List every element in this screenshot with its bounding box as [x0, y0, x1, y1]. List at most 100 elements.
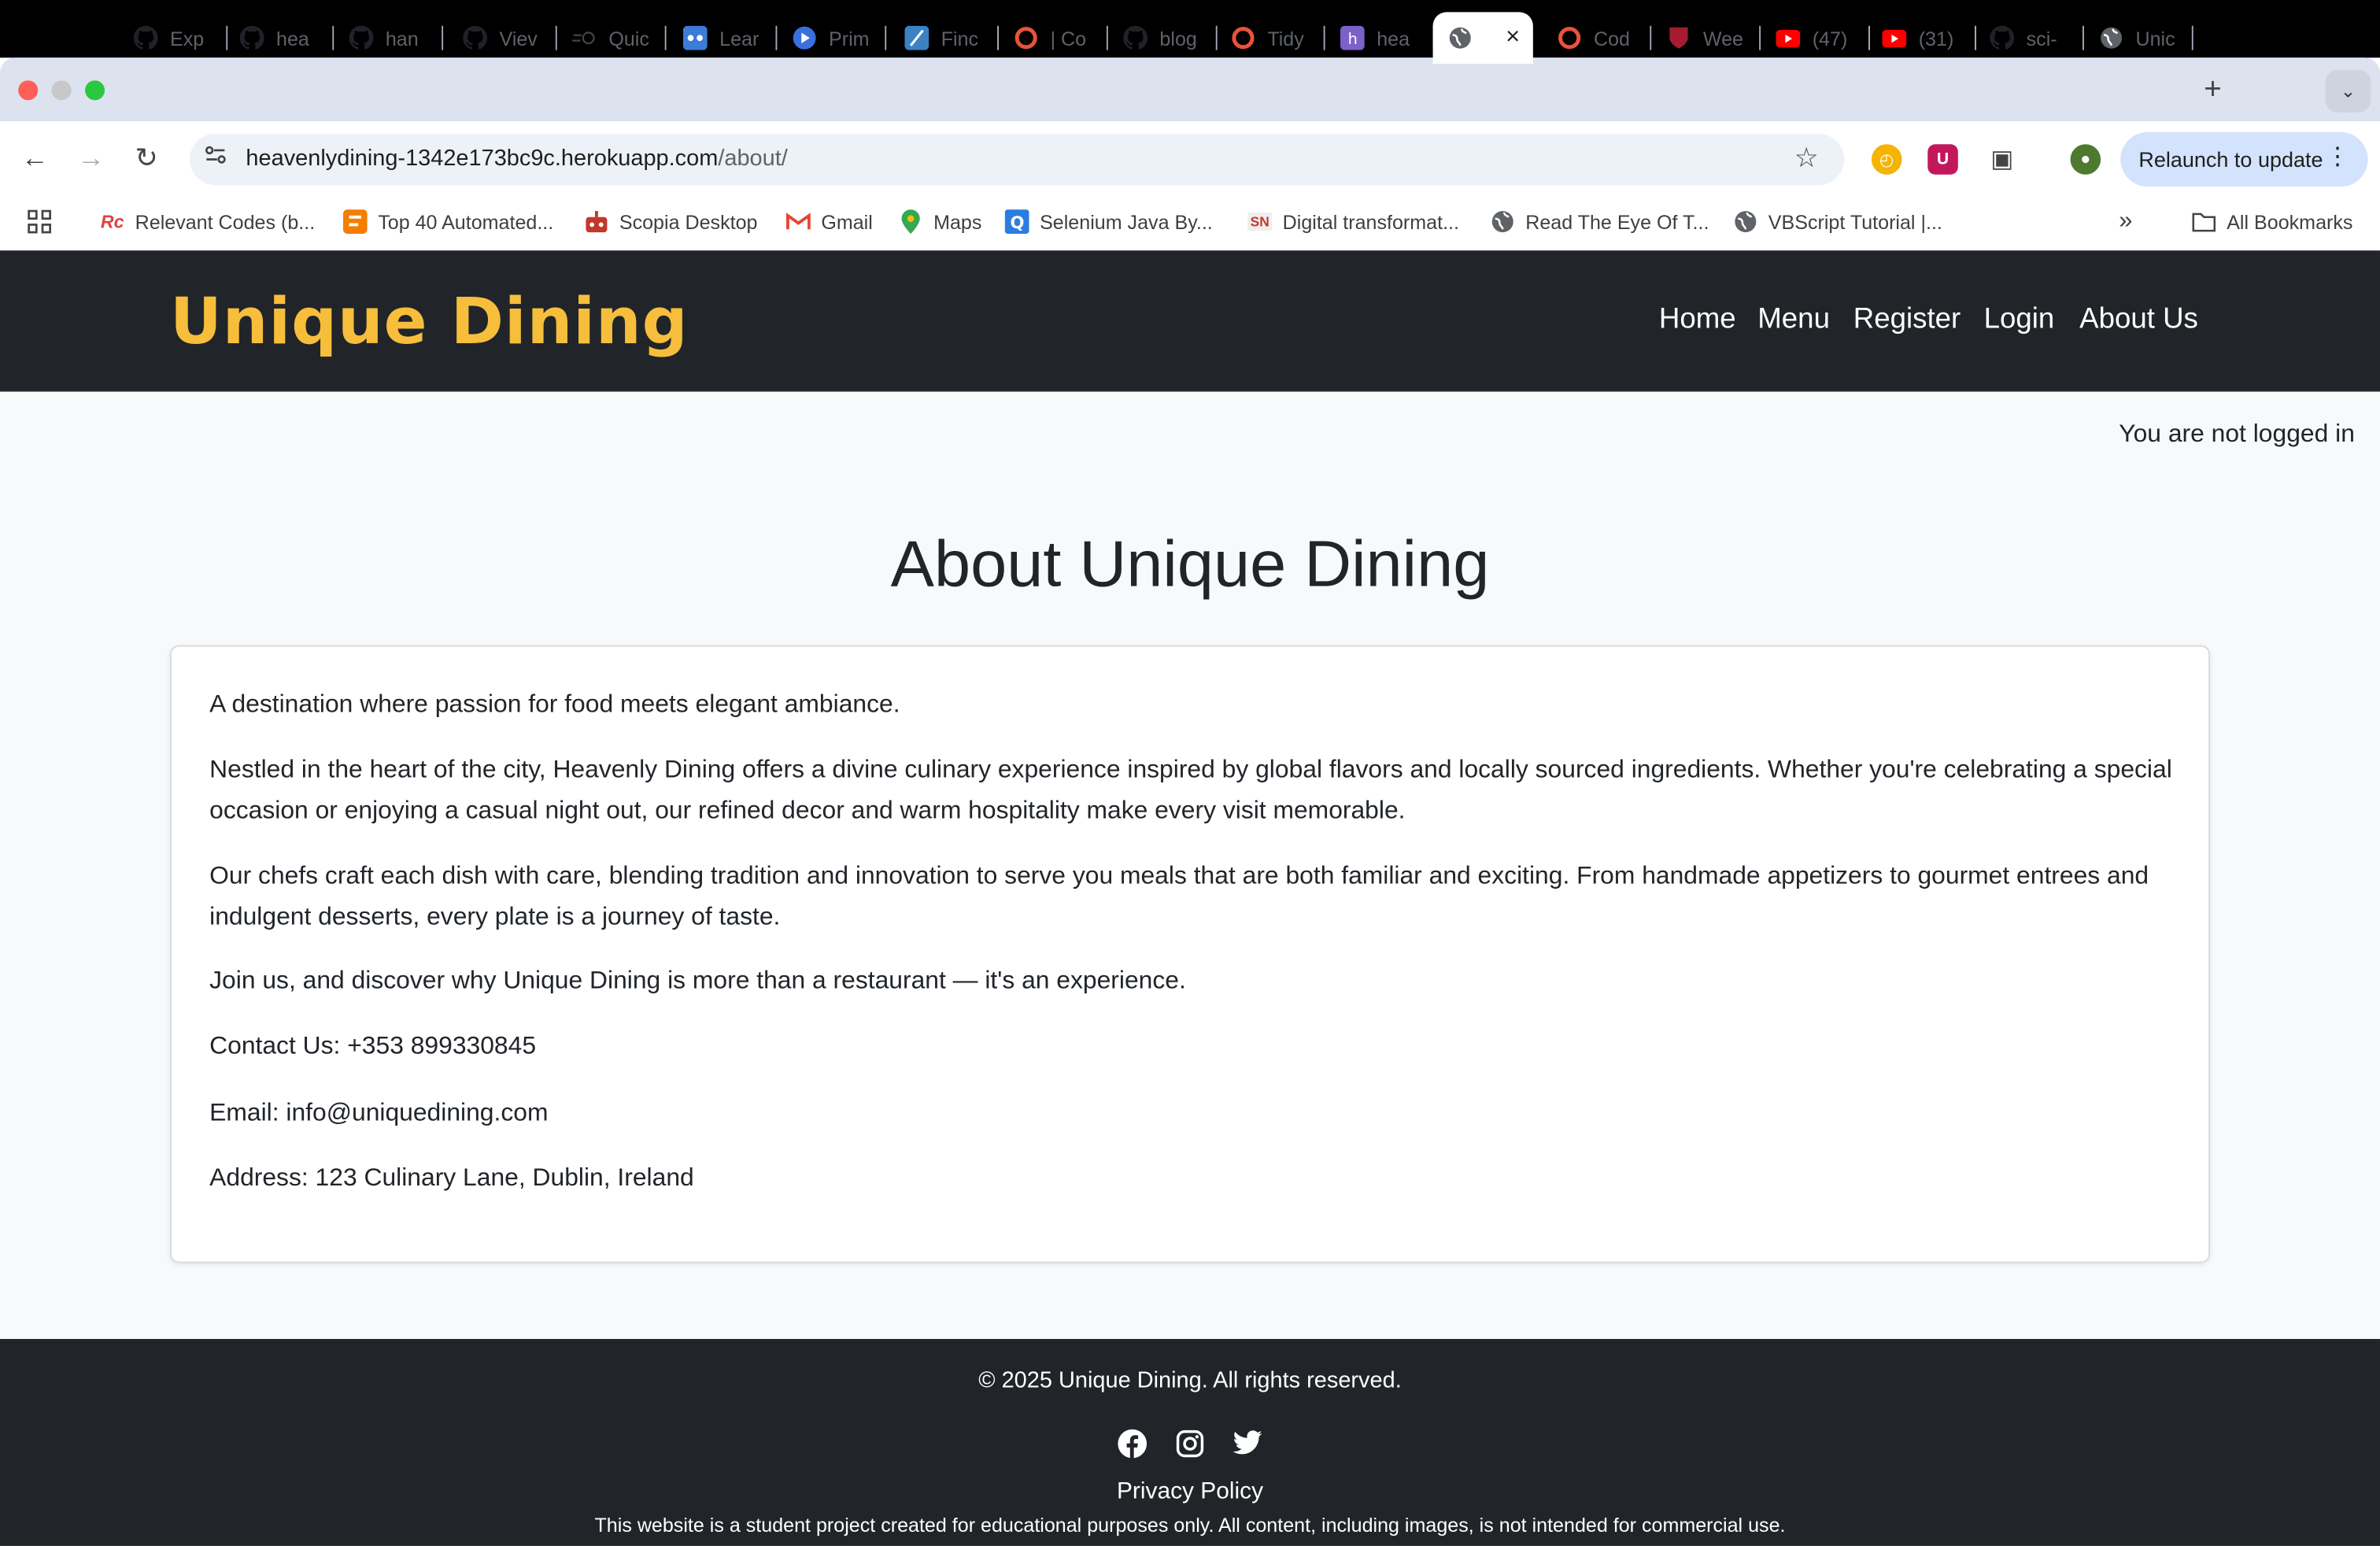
tab-separator — [1650, 25, 1652, 50]
bookmark-item[interactable]: Gmail — [785, 208, 873, 235]
tab-separator — [2082, 25, 2084, 50]
browser-tab[interactable]: han — [349, 12, 444, 64]
browser-tab[interactable]: (47) — [1776, 12, 1870, 64]
browser-tab[interactable]: Quic — [572, 12, 667, 64]
bookmark-label: Relevant Codes (b... — [135, 210, 316, 234]
privacy-policy-link[interactable]: Privacy Policy — [0, 1478, 2380, 1506]
tab-label: Quic — [608, 26, 649, 50]
browser-tab[interactable]: Tidy — [1231, 12, 1325, 64]
github-icon — [133, 25, 158, 50]
about-paragraph-intro: Nestled in the heart of the city, Heaven… — [209, 756, 2172, 825]
bookmark-item[interactable]: Maps — [899, 208, 981, 235]
feather-icon — [904, 25, 929, 50]
all-bookmarks-button[interactable]: All Bookmarks — [2192, 208, 2352, 235]
quickstart-icon — [572, 26, 597, 50]
bookmark-label: Top 40 Automated... — [378, 210, 554, 234]
bookmark-star-icon[interactable]: ☆ — [1794, 142, 1819, 174]
ring-icon — [1014, 26, 1038, 50]
tab-label: Finc — [941, 26, 979, 50]
close-tab-icon[interactable]: × — [1506, 24, 1520, 52]
tab-separator — [997, 25, 999, 50]
bookmark-item[interactable]: Read The Eye Of T... — [1491, 208, 1709, 235]
reload-button[interactable]: ↻ — [135, 142, 158, 173]
url-path: /about/ — [718, 146, 788, 172]
browser-tab[interactable]: | Co — [1014, 12, 1108, 64]
github-icon — [349, 25, 374, 50]
tab-label: han — [385, 26, 419, 50]
bookmark-item[interactable]: Rc Relevant Codes (b... — [100, 208, 315, 235]
bookmark-label: VBScript Tutorial |... — [1768, 210, 1942, 234]
browser-tab[interactable]: Viev — [463, 12, 557, 64]
browser-tab[interactable]: hea — [239, 12, 334, 64]
bookmark-item[interactable]: Q Selenium Java By... — [1004, 208, 1213, 235]
heroku-icon: h — [1340, 25, 1365, 50]
forward-button[interactable]: → — [77, 142, 105, 173]
nav-register[interactable]: Register — [1853, 304, 1961, 337]
new-tab-button[interactable]: + — [2204, 74, 2222, 105]
tab-separator — [226, 25, 228, 50]
maximize-window-button[interactable] — [84, 80, 105, 101]
nav-about-us[interactable]: About Us — [2079, 304, 2198, 337]
tab-search-button[interactable]: ⌄ — [2325, 69, 2371, 113]
globe-icon — [1733, 209, 1757, 234]
tab-label: Unic — [2135, 26, 2175, 50]
tab-active[interactable]: × — [1432, 12, 1533, 64]
tab-label: Prim — [828, 26, 870, 50]
page-title: About Unique Dining — [890, 528, 1490, 601]
site-settings-icon[interactable] — [205, 144, 226, 170]
nav-menu[interactable]: Menu — [1757, 304, 1830, 337]
bookmark-item[interactable]: Top 40 Automated... — [342, 208, 554, 235]
profile-avatar[interactable]: ● — [2070, 144, 2101, 175]
tab-separator — [1759, 25, 1761, 50]
contact-phone: Contact Us: +353 899330845 — [209, 1032, 537, 1060]
bookmark-item[interactable]: Scopia Desktop — [584, 208, 757, 235]
instagram-icon[interactable] — [1173, 1427, 1207, 1460]
screen: Exp hea han Viev Quic Lear Prim Finc | Co blog Tid… — [0, 0, 2380, 1546]
youtube-icon — [1776, 26, 1801, 50]
extension-speed-icon[interactable]: ◴ — [1871, 144, 1902, 175]
bookmark-label: Scopia Desktop — [619, 210, 758, 234]
tab-separator — [555, 25, 557, 50]
tab-label: sci- — [2026, 26, 2057, 50]
facebook-icon[interactable] — [1115, 1427, 1148, 1460]
url-text[interactable]: heavenlydining-1342e173bc9c.herokuapp.co… — [246, 146, 787, 172]
tab-strip — [0, 57, 2380, 122]
browser-tab[interactable]: sci- — [1990, 12, 2084, 64]
play-icon — [793, 26, 817, 50]
tab-label: Tidy — [1267, 26, 1304, 50]
browser-tab[interactable]: Wee — [1667, 12, 1761, 64]
github-icon — [1990, 25, 2015, 50]
more-menu-icon[interactable]: ⋮ — [2326, 144, 2350, 172]
site-brand[interactable]: Unique Dining — [170, 284, 689, 358]
browser-tab[interactable]: blog — [1123, 12, 1218, 64]
ring-icon — [1558, 26, 1582, 50]
bookmark-item[interactable]: SN Digital transformat... — [1247, 208, 1459, 235]
browser-tab[interactable]: Cod — [1558, 12, 1652, 64]
twitter-icon[interactable] — [1231, 1427, 1264, 1460]
browser-tab[interactable]: Lear — [682, 12, 778, 64]
minimize-window-button[interactable] — [51, 80, 72, 101]
extensions-puzzle-icon[interactable]: ▣ — [1986, 144, 2017, 175]
browser-tab[interactable]: (31) — [1882, 12, 1976, 64]
browser-tab[interactable]: Prim — [793, 12, 887, 64]
nav-home[interactable]: Home — [1659, 304, 1736, 337]
back-button[interactable]: ← — [21, 142, 49, 173]
bookmark-item[interactable]: VBScript Tutorial |... — [1733, 208, 1942, 235]
apps-grid-icon[interactable] — [28, 208, 52, 235]
tab-label: Exp — [169, 26, 205, 50]
tab-separator — [1106, 25, 1108, 50]
tab-separator — [2191, 25, 2193, 50]
tab-separator — [442, 25, 444, 50]
tab-label: Cod — [1593, 26, 1631, 50]
browser-tab[interactable]: Unic — [2099, 12, 2193, 64]
relaunch-button[interactable]: Relaunch to update ⋮ — [2120, 131, 2368, 187]
more-bookmarks-button[interactable]: » — [2119, 208, 2132, 235]
gmail-icon — [785, 209, 811, 234]
browser-tab[interactable]: Finc — [904, 12, 999, 64]
reload-icon: ↻ — [135, 142, 158, 173]
browser-tab[interactable]: h hea — [1340, 12, 1435, 64]
browser-tab[interactable]: Exp — [133, 12, 228, 64]
close-window-button[interactable] — [18, 80, 39, 101]
ublock-extension-icon[interactable]: U — [1927, 144, 1958, 175]
nav-login[interactable]: Login — [1984, 304, 2055, 337]
